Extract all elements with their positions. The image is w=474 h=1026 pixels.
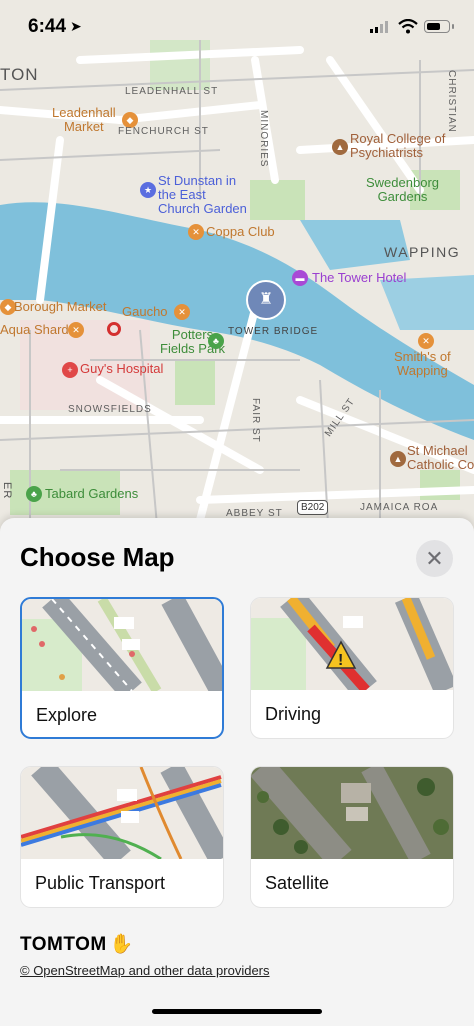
tower-bridge-icon[interactable]: ♜ bbox=[246, 280, 286, 320]
street-snowsfields: SNOWSFIELDS bbox=[68, 404, 152, 415]
close-icon: ✕ bbox=[425, 546, 444, 571]
cellular-signal-icon bbox=[370, 21, 388, 33]
landmark-tower-bridge[interactable]: TOWER BRIDGE bbox=[228, 326, 318, 337]
street-fenchurch-st: FENCHURCH ST bbox=[118, 126, 209, 137]
poi-tower-hotel[interactable]: The Tower Hotel bbox=[312, 271, 406, 285]
street-jamaica-road: JAMAICA ROA bbox=[360, 502, 439, 513]
college-icon[interactable]: ▲ bbox=[332, 139, 348, 155]
poi-st-dunstan[interactable]: St Dunstan in the East Church Garden bbox=[158, 174, 247, 216]
driving-thumbnail: ! bbox=[251, 598, 453, 690]
poi-swedenborg-gardens[interactable]: Swedenborg Gardens bbox=[366, 176, 439, 204]
poi-borough-market[interactable]: Borough Market bbox=[14, 300, 107, 314]
poi-smiths-of-wapping[interactable]: Smith's of Wapping bbox=[394, 350, 451, 378]
map-label-er: ER bbox=[1, 482, 13, 500]
street-leadenhall-st: LEADENHALL ST bbox=[125, 86, 219, 97]
status-time: 6:44 bbox=[28, 16, 67, 37]
choose-map-sheet: Choose Map ✕ Explore ! Driving Public Tr… bbox=[0, 518, 474, 1026]
tomtom-hand-icon: ✋ bbox=[109, 934, 134, 955]
poi-royal-college[interactable]: Royal College of Psychiatrists bbox=[350, 132, 445, 160]
underground-icon[interactable] bbox=[107, 322, 121, 336]
poi-tabard-gardens[interactable]: Tabard Gardens bbox=[45, 487, 138, 501]
map-option-satellite[interactable]: Satellite bbox=[250, 766, 454, 908]
restaurant-icon-gaucho[interactable]: ✕ bbox=[174, 304, 190, 320]
road-badge-b202: B202 bbox=[297, 500, 329, 515]
close-button[interactable]: ✕ bbox=[416, 540, 453, 577]
restaurant-icon-smiths[interactable]: ✕ bbox=[418, 333, 434, 349]
poi-aqua-shard[interactable]: Aqua Shard bbox=[0, 323, 69, 337]
public-transport-thumbnail bbox=[21, 767, 223, 859]
map-view[interactable]: TON LEADENHALL ST ◆ Leadenhall Market FE… bbox=[0, 0, 474, 560]
restaurant-icon-aqua[interactable]: ✕ bbox=[68, 322, 84, 338]
map-option-driving[interactable]: ! Driving bbox=[250, 597, 454, 739]
home-indicator[interactable] bbox=[152, 1009, 322, 1014]
school-icon[interactable]: ▲ bbox=[390, 451, 406, 467]
map-option-label: Explore bbox=[36, 705, 98, 725]
hospital-icon[interactable]: + bbox=[62, 362, 78, 378]
street-fair-st: FAIR ST bbox=[250, 398, 261, 443]
battery-icon bbox=[424, 20, 454, 33]
poi-leadenhall-market[interactable]: Leadenhall Market bbox=[52, 106, 116, 134]
restaurant-icon[interactable]: ✕ bbox=[188, 224, 204, 240]
status-bar: 6:44 ➤ bbox=[0, 0, 474, 56]
tomtom-logo-text: TOMTOM bbox=[20, 934, 107, 955]
location-arrow-icon: ➤ bbox=[70, 18, 82, 34]
street-minories: MINORIES bbox=[258, 110, 269, 168]
sheet-title: Choose Map bbox=[20, 542, 175, 572]
poi-st-michael[interactable]: St Michael Catholic Co bbox=[407, 444, 474, 472]
attribution-link[interactable]: © OpenStreetMap and other data providers bbox=[20, 963, 270, 978]
street-christian: CHRISTIAN bbox=[446, 70, 457, 133]
map-option-label: Satellite bbox=[265, 873, 330, 893]
explore-thumbnail bbox=[22, 599, 222, 691]
poi-coppa-club[interactable]: Coppa Club bbox=[206, 225, 275, 239]
svg-text:!: ! bbox=[338, 652, 343, 669]
area-wapping: WAPPING bbox=[384, 244, 461, 260]
map-option-explore[interactable]: Explore bbox=[20, 597, 224, 739]
church-icon[interactable]: ★ bbox=[140, 182, 156, 198]
map-option-public-transport[interactable]: Public Transport bbox=[20, 766, 224, 908]
park-icon[interactable]: ♣ bbox=[208, 333, 224, 349]
park-icon-tabard[interactable]: ♣ bbox=[26, 486, 42, 502]
satellite-thumbnail bbox=[251, 767, 453, 859]
tomtom-logo: TOMTOM ✋ bbox=[20, 932, 134, 956]
poi-guys-hospital[interactable]: Guy's Hospital bbox=[80, 362, 163, 376]
hotel-icon[interactable]: ▬ bbox=[292, 270, 308, 286]
poi-gaucho[interactable]: Gaucho bbox=[122, 305, 168, 319]
map-option-label: Driving bbox=[265, 704, 322, 724]
wifi-icon bbox=[398, 19, 418, 34]
map-option-label: Public Transport bbox=[35, 873, 166, 893]
map-label-ton: TON bbox=[0, 65, 39, 84]
